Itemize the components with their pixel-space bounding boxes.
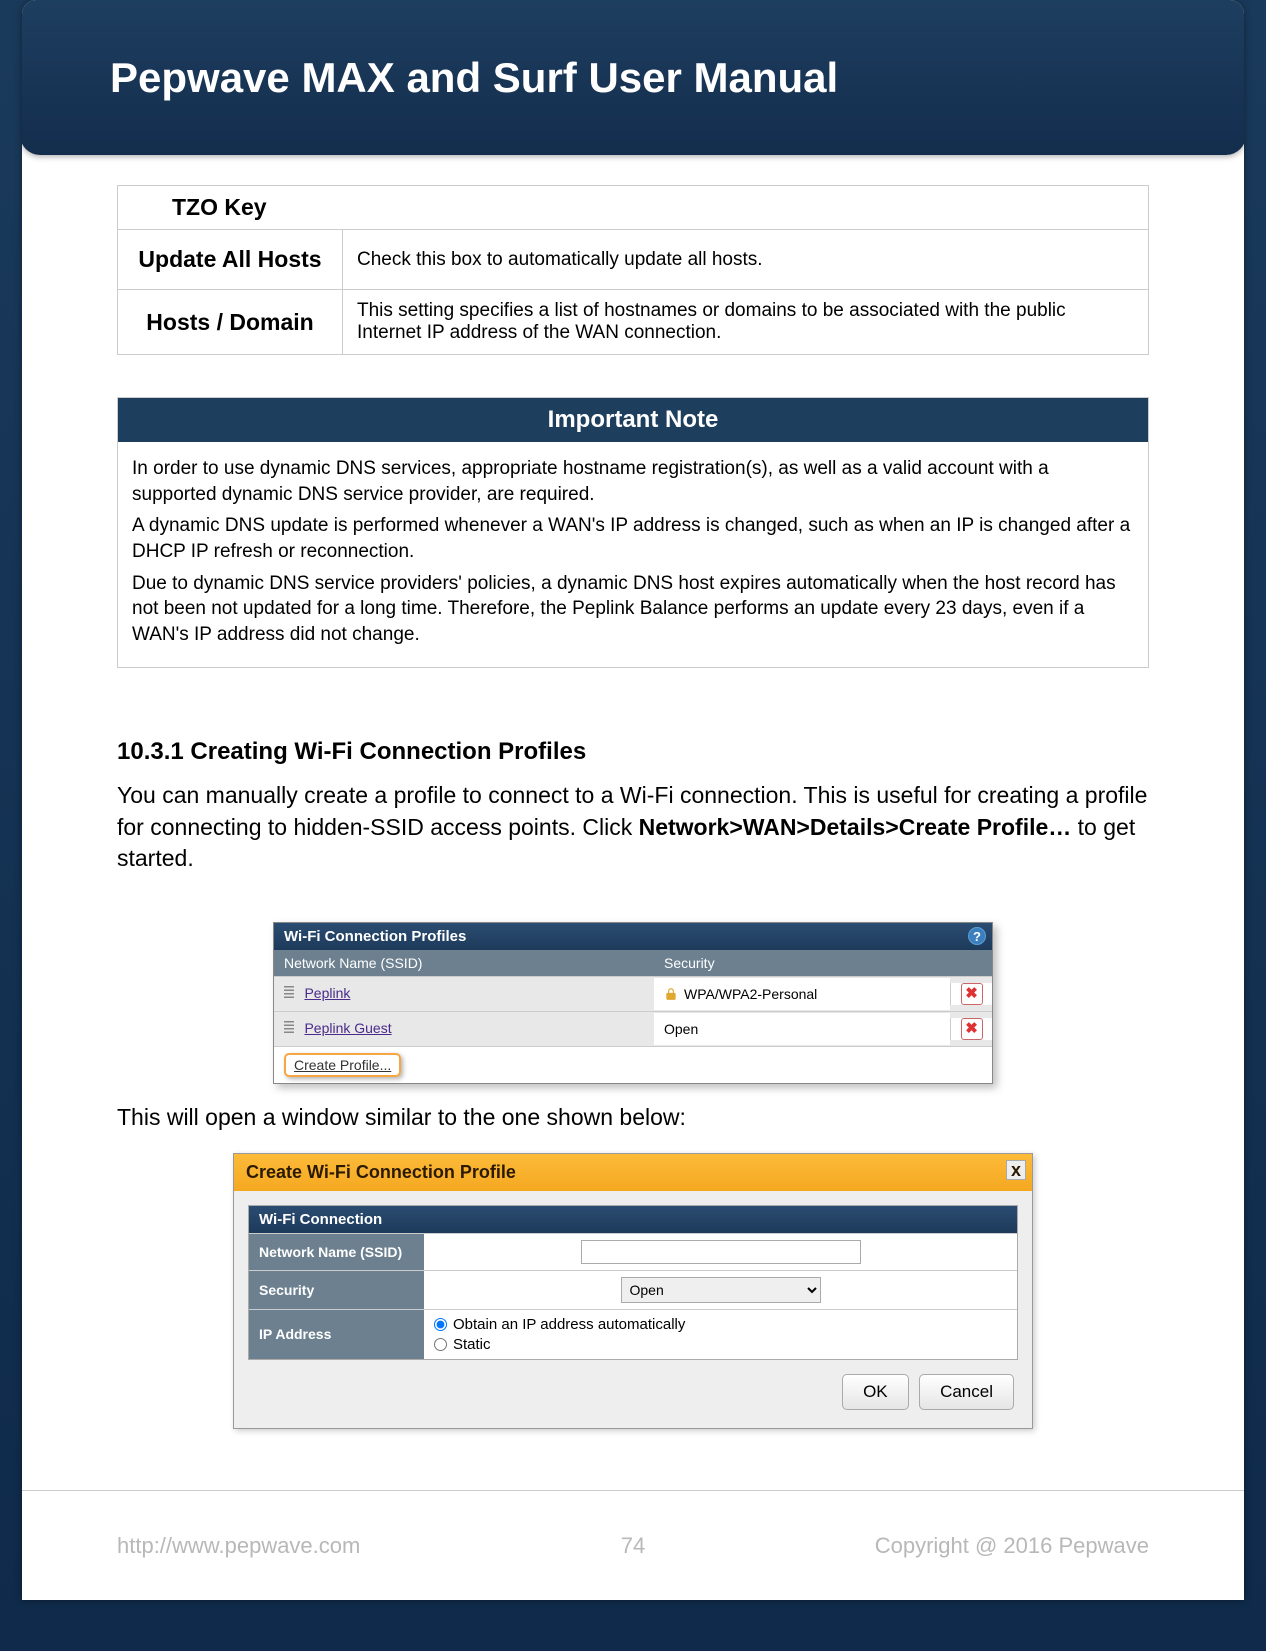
col-security: Security bbox=[654, 950, 992, 976]
security-label: Security bbox=[249, 1271, 424, 1309]
drag-handle-icon[interactable] bbox=[284, 1021, 294, 1035]
note-p1: In order to use dynamic DNS services, ap… bbox=[132, 456, 1134, 507]
create-profile-button[interactable]: Create Profile... bbox=[284, 1053, 401, 1077]
dialog-title: Create Wi-Fi Connection Profile bbox=[246, 1162, 516, 1182]
note-p3: Due to dynamic DNS service providers' po… bbox=[132, 571, 1134, 648]
page-number: 74 bbox=[621, 1533, 645, 1559]
footer-url: http://www.pepwave.com bbox=[117, 1533, 360, 1559]
delete-button[interactable]: ✖ bbox=[961, 1018, 983, 1040]
wifi-profiles-header: Wi-Fi Connection Profiles ? bbox=[274, 923, 992, 950]
wifi-profile-row: Peplink WPA/WPA2-Personal ✖ bbox=[274, 976, 992, 1011]
wifi-profiles-columns: Network Name (SSID) Security bbox=[274, 950, 992, 976]
profile-link-peplink[interactable]: Peplink bbox=[304, 985, 350, 1001]
section-paragraph: You can manually create a profile to con… bbox=[117, 780, 1149, 873]
security-select[interactable]: Open bbox=[621, 1277, 821, 1303]
section-nav-path: Network>WAN>Details>Create Profile… bbox=[639, 814, 1072, 840]
wifi-profile-row: Peplink Guest Open ✖ bbox=[274, 1011, 992, 1046]
profile-link-peplink-guest[interactable]: Peplink Guest bbox=[304, 1020, 391, 1036]
update-all-hosts-label: Update All Hosts bbox=[118, 230, 343, 290]
help-icon[interactable]: ? bbox=[968, 927, 986, 945]
lock-icon bbox=[664, 987, 678, 1001]
important-note-title: Important Note bbox=[118, 398, 1148, 442]
hosts-domain-label: Hosts / Domain bbox=[118, 290, 343, 355]
important-note-body: In order to use dynamic DNS services, ap… bbox=[118, 442, 1148, 667]
ssid-input[interactable] bbox=[581, 1240, 861, 1264]
page-title: Pepwave MAX and Surf User Manual bbox=[110, 54, 838, 102]
footer-copyright: Copyright @ 2016 Pepwave bbox=[875, 1533, 1149, 1559]
wifi-profiles-title: Wi-Fi Connection Profiles bbox=[284, 928, 466, 945]
ip-auto-label: Obtain an IP address automatically bbox=[453, 1316, 685, 1333]
section-paragraph-2: This will open a window similar to the o… bbox=[117, 1104, 1149, 1131]
update-all-hosts-desc: Check this box to automatically update a… bbox=[343, 230, 1149, 290]
hosts-domain-desc: This setting specifies a list of hostnam… bbox=[343, 290, 1149, 355]
cancel-button[interactable]: Cancel bbox=[919, 1374, 1014, 1410]
page-footer: http://www.pepwave.com 74 Copyright @ 20… bbox=[22, 1490, 1244, 1600]
profile-security: Open bbox=[664, 1021, 698, 1037]
profile-security: WPA/WPA2-Personal bbox=[684, 986, 817, 1002]
ip-auto-radio[interactable] bbox=[434, 1318, 447, 1331]
ip-static-radio[interactable] bbox=[434, 1338, 447, 1351]
table-row: Hosts / Domain This setting specifies a … bbox=[118, 290, 1149, 355]
ok-button[interactable]: OK bbox=[842, 1374, 909, 1410]
ip-auto-option[interactable]: Obtain an IP address automatically bbox=[434, 1316, 1007, 1333]
dialog-titlebar: Create Wi-Fi Connection Profile x bbox=[234, 1154, 1032, 1191]
delete-button[interactable]: ✖ bbox=[961, 983, 983, 1005]
drag-handle-icon[interactable] bbox=[284, 986, 294, 1000]
wifi-connection-form: Wi-Fi Connection Network Name (SSID) Sec… bbox=[248, 1205, 1018, 1360]
tzo-key-label: TZO Key bbox=[118, 186, 1149, 230]
create-profile-dialog: Create Wi-Fi Connection Profile x Wi-Fi … bbox=[233, 1153, 1033, 1429]
ssid-label: Network Name (SSID) bbox=[249, 1234, 424, 1270]
important-note-box: Important Note In order to use dynamic D… bbox=[117, 397, 1149, 668]
wifi-profiles-screenshot: Wi-Fi Connection Profiles ? Network Name… bbox=[273, 922, 993, 1084]
section-heading: 10.3.1 Creating Wi-Fi Connection Profile… bbox=[117, 738, 1149, 766]
col-network-name: Network Name (SSID) bbox=[274, 950, 654, 976]
note-p2: A dynamic DNS update is performed whenev… bbox=[132, 513, 1134, 564]
ip-static-option[interactable]: Static bbox=[434, 1336, 1007, 1353]
page-header: Pepwave MAX and Surf User Manual bbox=[22, 0, 1244, 155]
table-row: Update All Hosts Check this box to autom… bbox=[118, 230, 1149, 290]
settings-table: TZO Key Update All Hosts Check this box … bbox=[117, 185, 1149, 355]
ip-static-label: Static bbox=[453, 1336, 491, 1353]
close-button[interactable]: x bbox=[1006, 1160, 1026, 1180]
form-section-title: Wi-Fi Connection bbox=[249, 1206, 1017, 1233]
ip-address-label: IP Address bbox=[249, 1310, 424, 1359]
